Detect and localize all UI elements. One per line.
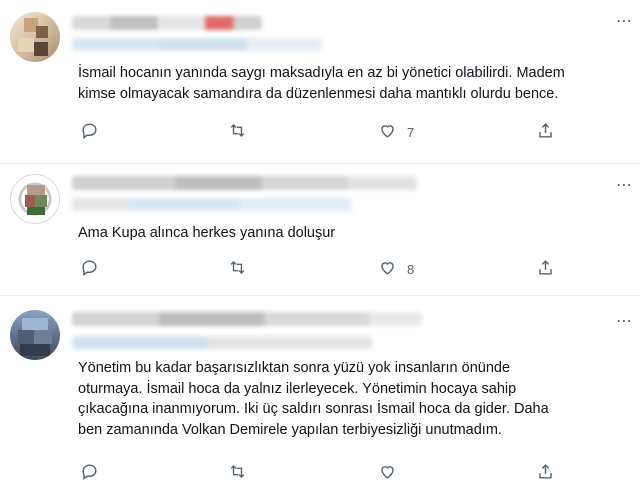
like-count: 8: [407, 261, 415, 277]
share-icon: [536, 258, 555, 280]
reply-icon: [80, 121, 99, 143]
reply-button[interactable]: [80, 463, 109, 483]
tweet-actions: 8: [78, 259, 558, 279]
user-name[interactable]: [72, 312, 422, 326]
heart-icon: [378, 121, 397, 143]
tweet-text: Yönetim bu kadar başarısızlıktan sonra y…: [78, 360, 549, 438]
like-button[interactable]: 8: [378, 259, 414, 279]
more-icon[interactable]: ⋯: [616, 14, 632, 30]
avatar[interactable]: [10, 174, 60, 224]
retweet-icon: [228, 462, 247, 484]
tweet-actions: [78, 463, 558, 483]
tweet[interactable]: ⋯ Ama Kupa alınca herkes yanına doluşur …: [0, 164, 640, 295]
reply-icon: [80, 462, 99, 484]
like-count: 7: [407, 124, 415, 140]
tweet-actions: 7: [78, 122, 558, 142]
like-button[interactable]: [378, 463, 407, 483]
user-handle[interactable]: [72, 38, 322, 51]
tweet[interactable]: ⋯ İsmail hocanın yanında saygı maksadıyl…: [0, 0, 640, 163]
more-icon[interactable]: ⋯: [616, 178, 632, 194]
share-button[interactable]: [536, 463, 555, 483]
reply-context[interactable]: [72, 336, 372, 349]
reply-button[interactable]: [80, 259, 109, 279]
retweet-button[interactable]: [228, 463, 257, 483]
heart-icon: [378, 258, 397, 280]
tweet[interactable]: ⋯ Yönetim bu kadar başarısızlıktan sonra…: [0, 296, 640, 501]
share-button[interactable]: [536, 122, 555, 142]
reply-icon: [80, 258, 99, 280]
share-icon: [536, 121, 555, 143]
avatar[interactable]: [10, 12, 60, 62]
avatar[interactable]: [10, 310, 60, 360]
more-icon[interactable]: ⋯: [616, 314, 632, 330]
tweet-text: İsmail hocanın yanında saygı maksadıyla …: [78, 65, 565, 102]
share-icon: [536, 462, 555, 484]
retweet-icon: [228, 121, 247, 143]
retweet-icon: [228, 258, 247, 280]
user-name[interactable]: [72, 16, 262, 30]
like-button[interactable]: 7: [378, 122, 414, 142]
user-handle[interactable]: [72, 198, 352, 211]
heart-icon: [378, 462, 397, 484]
tweet-text: Ama Kupa alınca herkes yanına doluşur: [78, 225, 336, 241]
user-name[interactable]: [72, 176, 417, 190]
retweet-button[interactable]: [228, 122, 257, 142]
reply-button[interactable]: [80, 122, 109, 142]
share-button[interactable]: [536, 259, 555, 279]
retweet-button[interactable]: [228, 259, 257, 279]
